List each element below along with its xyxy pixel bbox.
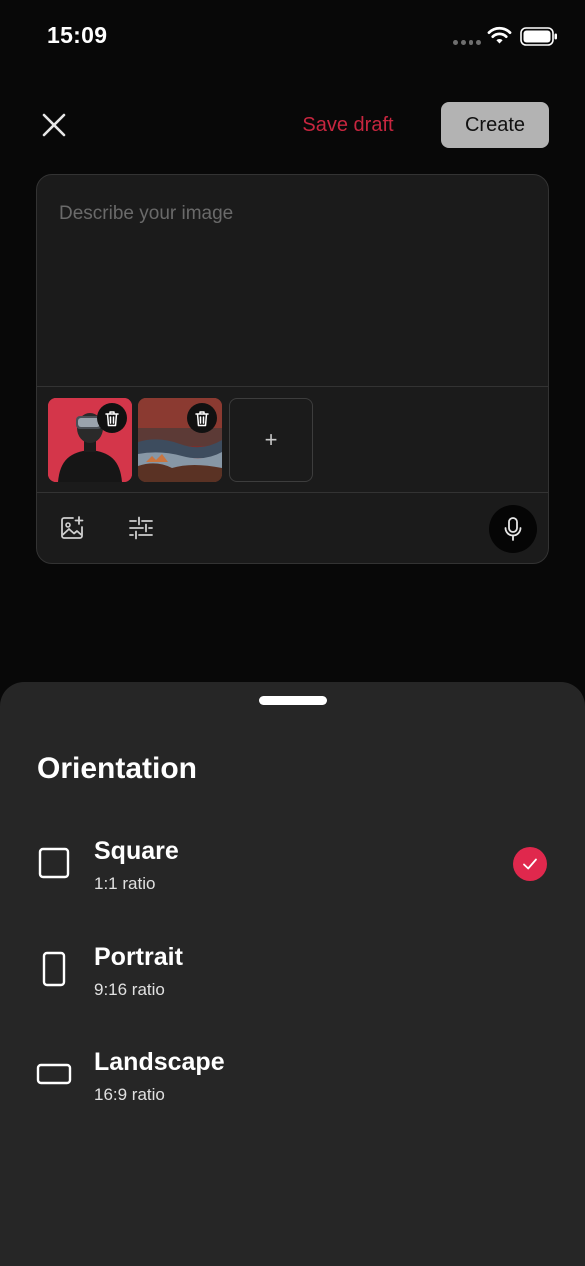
settings-button[interactable] — [121, 508, 161, 548]
square-icon — [36, 845, 72, 881]
image-thumbnail[interactable] — [138, 398, 222, 482]
wifi-icon — [487, 26, 512, 44]
prompt-composer: Describe your image + — [36, 174, 549, 564]
option-ratio: 9:16 ratio — [94, 980, 165, 999]
option-ratio: 16:9 ratio — [94, 1085, 165, 1104]
option-label: Landscape — [94, 1048, 225, 1076]
plus-icon: + — [264, 427, 278, 452]
sheet-grabber[interactable] — [259, 696, 327, 705]
orientation-option-square[interactable]: Square 1:1 ratio — [0, 817, 585, 913]
trash-icon — [195, 410, 209, 426]
divider — [37, 386, 548, 387]
create-button[interactable]: Create — [441, 102, 549, 148]
delete-image-button[interactable] — [97, 403, 127, 433]
close-button[interactable] — [36, 107, 72, 143]
cellular-signal-icon — [453, 40, 481, 45]
orientation-sheet: Orientation Square 1:1 ratio Portrait 9:… — [0, 682, 585, 1266]
sheet-title: Orientation — [37, 752, 198, 785]
prompt-input[interactable]: Describe your image — [59, 203, 519, 225]
status-time: 15:09 — [47, 22, 108, 48]
orientation-option-portrait[interactable]: Portrait 9:16 ratio — [0, 923, 585, 1019]
trash-icon — [105, 410, 119, 426]
option-label: Portrait — [94, 943, 183, 971]
selected-check-icon — [513, 847, 547, 881]
close-icon — [42, 113, 66, 137]
landscape-icon — [36, 1056, 72, 1092]
voice-input-button[interactable] — [489, 505, 537, 553]
save-draft-button[interactable]: Save draft — [290, 108, 406, 142]
delete-image-button[interactable] — [187, 403, 217, 433]
battery-icon — [520, 27, 557, 46]
microphone-icon — [504, 517, 522, 541]
image-plus-icon — [61, 516, 84, 539]
add-image-button[interactable]: + — [229, 398, 313, 482]
orientation-option-landscape[interactable]: Landscape 16:9 ratio — [0, 1028, 585, 1124]
sliders-icon — [129, 516, 153, 540]
divider — [37, 492, 548, 493]
option-ratio: 1:1 ratio — [94, 874, 156, 893]
image-thumbnail[interactable] — [48, 398, 132, 482]
add-photo-button[interactable] — [52, 508, 92, 548]
option-label: Square — [94, 837, 179, 865]
portrait-icon — [36, 951, 72, 987]
